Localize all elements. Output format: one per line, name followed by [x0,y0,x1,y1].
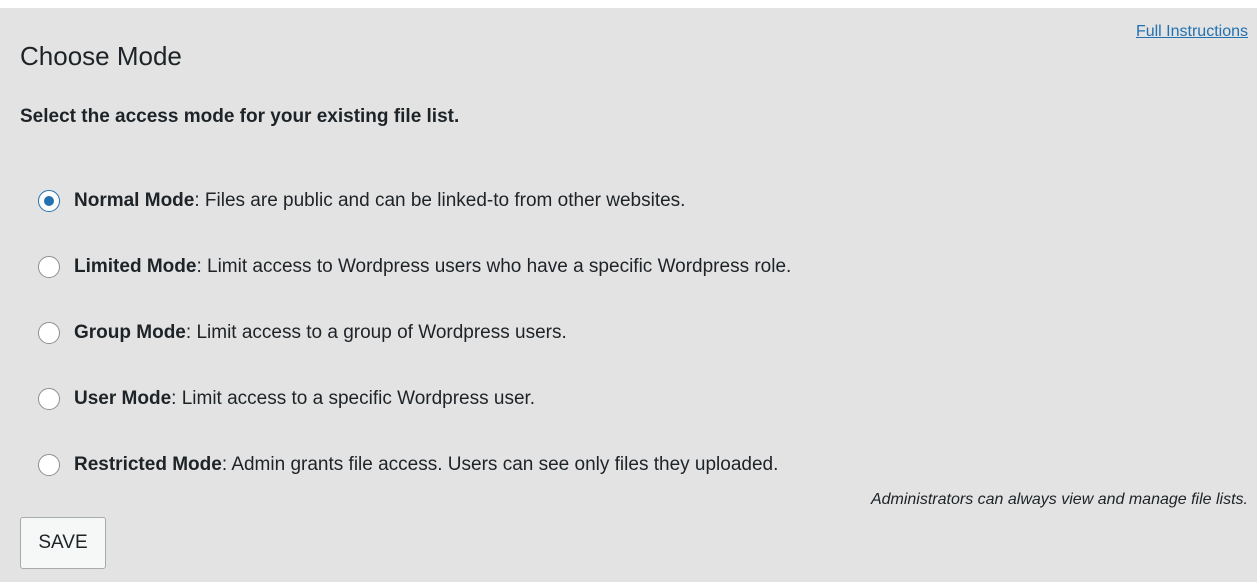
radio-group-mode[interactable] [38,322,60,344]
mode-option-normal[interactable]: Normal Mode: Files are public and can be… [38,168,791,234]
mode-name: Limited Mode [74,256,197,277]
choose-mode-panel: Full Instructions Choose Mode Select the… [0,8,1257,582]
radio-user-mode[interactable] [38,388,60,410]
mode-name: Restricted Mode [74,454,222,475]
radio-normal-mode[interactable] [38,190,60,212]
administrators-note: Administrators can always view and manag… [870,491,1248,508]
section-subtitle: Select the access mode for your existing… [20,106,460,127]
mode-option-text: Limited Mode: Limit access to Wordpress … [74,256,791,278]
mode-option-limited[interactable]: Limited Mode: Limit access to Wordpress … [38,234,791,300]
mode-description: : Admin grants file access. Users can se… [221,454,779,475]
mode-option-text: Restricted Mode: Admin grants file acces… [74,454,778,476]
mode-description: : Limit access to a group of Wordpress u… [185,322,567,343]
mode-name: Group Mode [74,322,186,343]
radio-limited-mode[interactable] [38,256,60,278]
mode-description: : Files are public and can be linked-to … [194,190,686,211]
full-instructions-link[interactable]: Full Instructions [1136,23,1248,41]
mode-options-list: Normal Mode: Files are public and can be… [38,168,791,498]
mode-description: : Limit access to a specific Wordpress u… [171,388,536,409]
radio-restricted-mode[interactable] [38,454,60,476]
page-title: Choose Mode [20,41,182,71]
mode-option-group[interactable]: Group Mode: Limit access to a group of W… [38,300,791,366]
mode-name: User Mode [74,388,172,409]
mode-option-text: Normal Mode: Files are public and can be… [74,190,685,212]
mode-option-text: User Mode: Limit access to a specific Wo… [74,388,535,410]
mode-option-user[interactable]: User Mode: Limit access to a specific Wo… [38,366,791,432]
mode-option-restricted[interactable]: Restricted Mode: Admin grants file acces… [38,432,791,498]
save-button[interactable]: SAVE [20,517,106,569]
mode-option-text: Group Mode: Limit access to a group of W… [74,322,567,344]
mode-description: : Limit access to Wordpress users who ha… [196,256,792,277]
mode-name: Normal Mode [74,190,195,211]
